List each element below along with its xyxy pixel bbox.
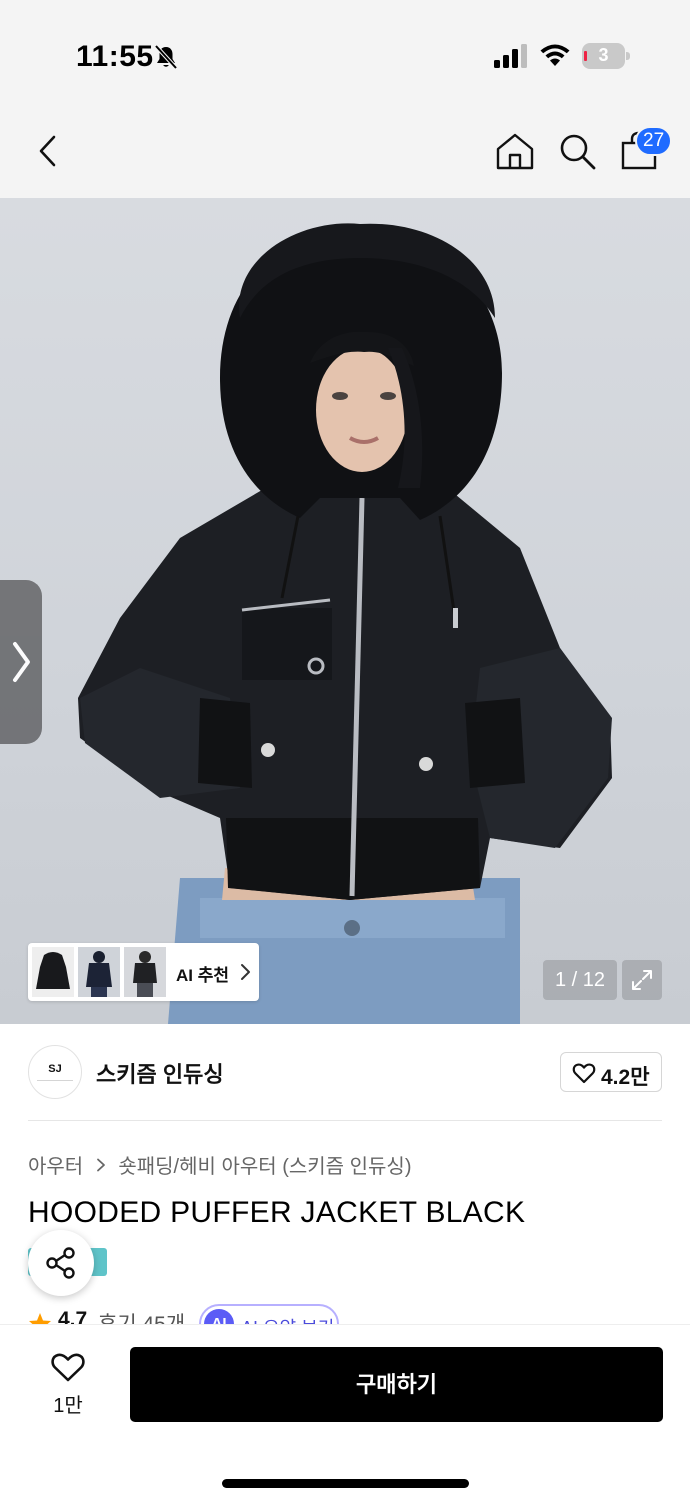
model-thumbnail-image — [78, 947, 120, 997]
wifi-icon — [540, 44, 570, 66]
fullscreen-button[interactable] — [622, 960, 662, 1000]
ai-recommend-button[interactable]: AI 추천 — [28, 943, 259, 1001]
buy-button[interactable]: 구매하기 — [130, 1347, 663, 1422]
status-bar: 11:55 3 — [0, 0, 690, 105]
heart-icon — [572, 1063, 596, 1084]
image-counter: 1 / 12 — [543, 960, 617, 1000]
product-photo — [78, 223, 612, 1024]
chevron-right-icon — [13, 642, 30, 682]
recommend-thumbnail[interactable] — [124, 947, 166, 997]
heart-icon — [51, 1353, 85, 1382]
expand-icon — [632, 970, 652, 990]
wishlist-button[interactable]: 1만 — [38, 1349, 98, 1419]
chevron-right-icon — [96, 1158, 105, 1171]
jacket-thumbnail-image — [32, 947, 74, 997]
ai-summary-button[interactable]: AI AI 요약 보기 — [199, 1304, 339, 1326]
breadcrumb-item[interactable]: 숏패딩/헤비 아우터 (스키즘 인듀싱) — [118, 1156, 411, 1178]
bottom-action-bar: 1만 구매하기 — [0, 1324, 690, 1500]
rating-row: 4.7 후기 45개 AI AI 요약 보기 — [28, 1304, 662, 1326]
product-title: HOODED PUFFER JACKET BLACK — [28, 1196, 526, 1229]
home-icon[interactable] — [494, 130, 536, 172]
battery-icon: 3 — [582, 43, 630, 69]
divider — [28, 1120, 662, 1121]
brand-like-count: 4.2만 — [601, 1066, 650, 1089]
status-time: 11:55 — [76, 40, 154, 73]
ai-recommend-label: AI 추천 — [176, 966, 230, 985]
bell-off-icon — [154, 44, 178, 70]
brand-name[interactable]: 스키즘 인듀싱 — [96, 1057, 224, 1089]
home-indicator — [222, 1479, 469, 1488]
recommend-thumbnail[interactable] — [78, 947, 120, 997]
chevron-right-icon — [241, 964, 250, 980]
breadcrumb: 아우터 숏패딩/헤비 아우터 (스키즘 인듀싱) — [28, 1150, 411, 1179]
share-button[interactable] — [28, 1230, 94, 1296]
wishlist-count: 1만 — [53, 1395, 83, 1417]
top-nav — [0, 105, 690, 198]
cellular-signal-icon — [494, 44, 527, 68]
recommend-thumbnail[interactable] — [32, 947, 74, 997]
brand-like-button[interactable]: 4.2만 — [560, 1052, 662, 1092]
cart-count-badge: 27 — [635, 126, 673, 156]
brand-logo-mark: SJ — [48, 1063, 62, 1075]
search-icon[interactable] — [556, 130, 598, 172]
share-icon — [46, 1247, 75, 1279]
side-drawer-handle[interactable] — [0, 580, 42, 744]
brand-logo[interactable]: SJ ————————— — [28, 1045, 82, 1099]
battery-level: 3 — [598, 45, 609, 65]
model-thumbnail-image — [124, 947, 166, 997]
breadcrumb-item[interactable]: 아우터 — [28, 1156, 83, 1178]
product-page: 11:55 3 27 AI 추천 1 / 12 SJ ————————— 스키즘… — [0, 0, 690, 1500]
product-image-gallery[interactable]: AI 추천 1 / 12 — [0, 198, 690, 1024]
back-icon[interactable] — [30, 131, 70, 171]
